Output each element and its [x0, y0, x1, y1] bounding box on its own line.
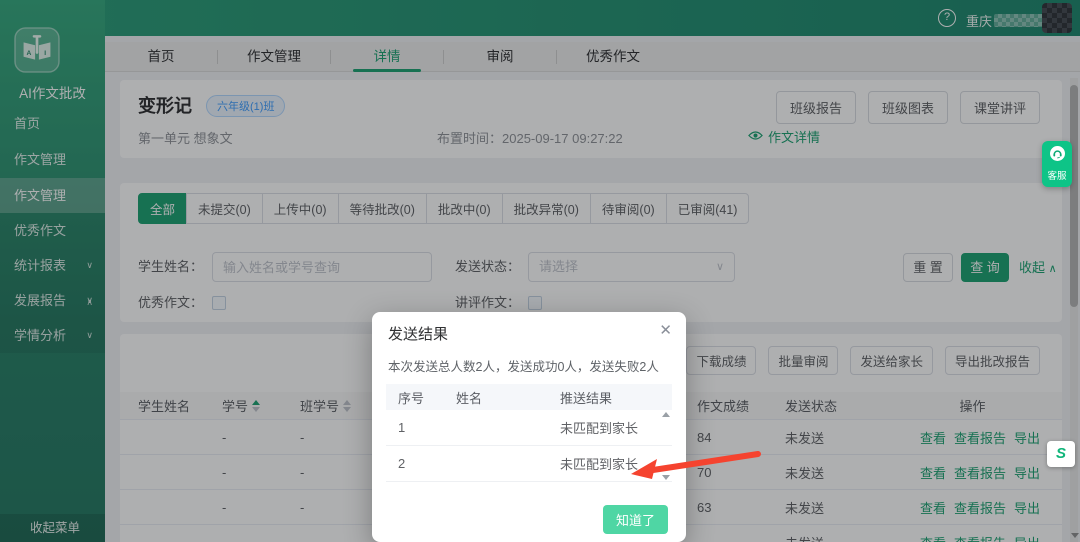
modal-table-header: 序号 姓名 推送结果	[386, 384, 672, 410]
close-icon[interactable]: ✕	[659, 321, 672, 339]
customer-service-label: 客服	[1047, 171, 1067, 182]
headset-icon	[1049, 146, 1065, 166]
customer-service-button[interactable]: 客服	[1042, 141, 1072, 187]
modal-table-row: 1 未匹配到家长	[386, 410, 672, 446]
modal-table-scrollbar[interactable]	[660, 412, 672, 480]
push-result-cell: 未匹配到家长	[560, 421, 639, 436]
modal-summary: 本次发送总人数2人，发送成功0人，发送失败2人	[388, 360, 659, 374]
got-it-button[interactable]: 知道了	[602, 505, 668, 534]
modal-title: 发送结果	[388, 326, 449, 343]
scroll-down-icon	[662, 475, 670, 480]
send-result-modal: 发送结果 ✕ 本次发送总人数2人，发送成功0人，发送失败2人 序号 姓名 推送结…	[372, 312, 686, 542]
modal-table-row: 2 未匹配到家长	[386, 446, 672, 482]
scroll-up-icon	[662, 412, 670, 417]
modal-result-table: 序号 姓名 推送结果 1 未匹配到家长 2 未匹配到家长	[386, 384, 672, 482]
app-window: ? 重庆 A I AI作文批改 首页 作文管理 ∧ 作文管理 优秀作文 统计报表…	[0, 0, 1080, 542]
wps-float-icon[interactable]: S	[1047, 441, 1075, 467]
push-result-cell: 未匹配到家长	[560, 457, 639, 472]
